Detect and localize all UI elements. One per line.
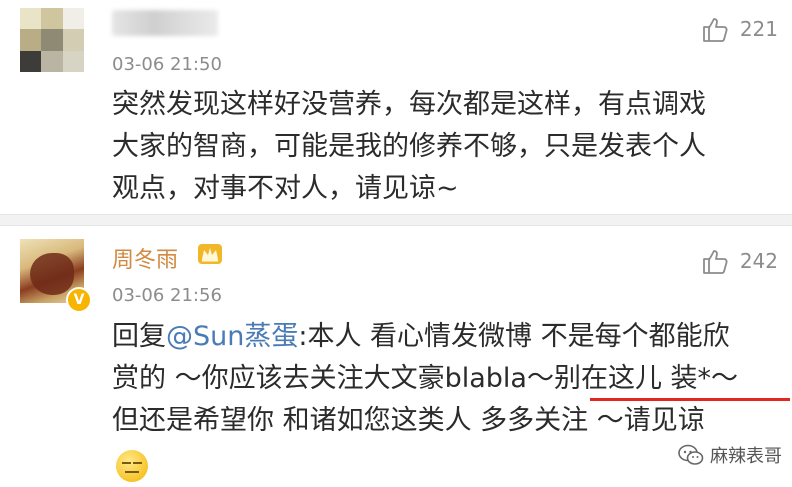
comment-line-rest: :本人 看心情发微博 不是每个都能欣 xyxy=(298,321,730,352)
watermark-text: 麻辣表哥 xyxy=(710,446,782,467)
wechat-icon xyxy=(678,444,704,465)
comment-line: 回复@Sun蒸蛋:本人 看心情发微博 不是每个都能欣 xyxy=(112,316,782,358)
smile-emoji-icon xyxy=(116,450,148,482)
verified-badge: V xyxy=(66,287,92,313)
author-name[interactable]: 周冬雨 xyxy=(112,242,178,274)
like-count: 221 xyxy=(739,17,778,41)
highlight-underline xyxy=(590,398,790,401)
comment-date: 03-06 21:50 xyxy=(112,54,222,75)
comment-text: 回复@Sun蒸蛋:本人 看心情发微博 不是每个都能欣 赏的 ～你应该去关注大文豪… xyxy=(112,316,782,442)
thumbs-up-icon xyxy=(702,250,728,274)
comment-item: 03-06 21:50 221 突然发现这样好没营养，每次都是这样，有点调戏 大… xyxy=(0,0,792,214)
like-button[interactable]: 221 xyxy=(700,14,778,44)
comment-line: 大家的智商，可能是我的修养不够，只是发表个人 xyxy=(112,131,706,162)
author-name-blurred[interactable] xyxy=(112,10,218,36)
comment-item: V 周冬雨 03-06 21:56 242 回复@Sun蒸蛋:本人 看心情发微博… xyxy=(0,226,792,487)
watermark: 麻辣表哥 xyxy=(678,442,782,468)
thumbs-up-icon xyxy=(702,18,728,42)
like-count: 242 xyxy=(739,249,778,273)
reply-prefix: 回复 xyxy=(112,321,166,352)
mention-link[interactable]: @Sun蒸蛋 xyxy=(166,321,298,352)
comment-line: 但还是希望你 和诸如您这类人 多多关注 ～请见谅 xyxy=(112,405,705,436)
like-button[interactable]: 242 xyxy=(700,246,778,276)
crown-icon xyxy=(198,244,222,264)
comment-line: 突然发现这样好没营养，每次都是这样，有点调戏 xyxy=(112,89,706,120)
comment-date: 03-06 21:56 xyxy=(112,285,222,306)
avatar[interactable] xyxy=(20,8,84,72)
comment-text: 突然发现这样好没营养，每次都是这样，有点调戏 大家的智商，可能是我的修养不够，只… xyxy=(112,84,782,210)
comment-line: 赏的 ～你应该去关注大文豪blabla～别在这儿 装*～ xyxy=(112,363,739,394)
comment-line: 观点，对事不对人，请见谅~ xyxy=(112,173,459,204)
comment-divider xyxy=(0,214,792,226)
